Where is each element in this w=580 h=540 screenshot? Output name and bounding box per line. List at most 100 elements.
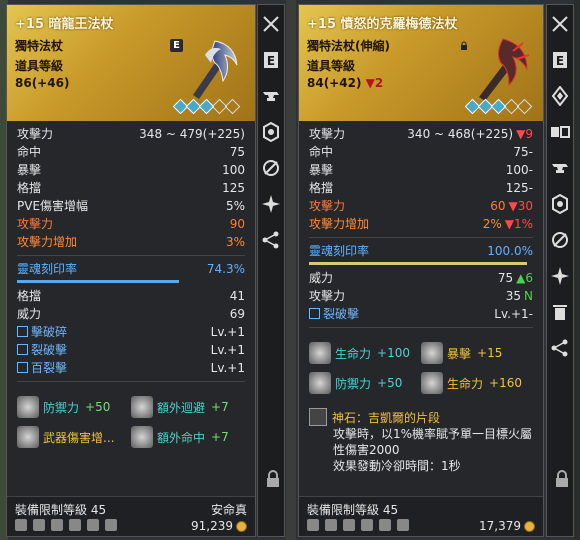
stat-row: 攻擊力 348 ~ 479(+225): [17, 127, 245, 141]
stat-row: 命中 75-: [309, 145, 533, 159]
background-strip-right: [574, 0, 580, 540]
bonus-stat: 防禦力 +50: [17, 396, 131, 418]
restriction-icons: [307, 519, 409, 531]
anvil-icon[interactable]: [549, 157, 571, 179]
item-title: +15 憤怒的克羅梅德法杖: [307, 17, 458, 32]
armor-bonus-icon: [421, 342, 443, 364]
share-icon[interactable]: [549, 337, 571, 359]
enchant-restriction-icon: [397, 519, 409, 531]
soul-imprint-row: 靈魂刻印率 74.3%: [17, 262, 245, 276]
stat-row: 命中 75: [17, 145, 245, 159]
bonus-stats-grid: 防禦力 +50 額外迴避 +7 武器傷害增... 額外命中 +7: [7, 386, 255, 458]
link-icon[interactable]: [260, 157, 282, 179]
bonus-stat: 防禦力 +50: [309, 372, 421, 394]
skin-restriction-icon: [87, 519, 99, 531]
armor-bonus-icon: [131, 396, 153, 418]
soul-imprint-row: 靈魂刻印率 100.0%: [309, 244, 533, 258]
manastone-slots: [172, 98, 241, 115]
tooltip-actions-left: E: [257, 4, 285, 537]
stat-row: 暴擊 100: [17, 163, 245, 177]
svg-text:E: E: [267, 54, 275, 68]
lock-icon[interactable]: [262, 468, 284, 490]
bonus-stat: 暴擊 +15: [421, 342, 533, 364]
background-strip-middle: [286, 0, 296, 540]
godstone-title: 神石：吉凱爾的片段: [309, 408, 533, 426]
equip-icon[interactable]: E: [549, 49, 571, 71]
soul-imprint-bar: [17, 280, 179, 283]
svg-text:E: E: [556, 54, 564, 68]
stat-row-bonus: 攻擊力 90: [17, 217, 245, 231]
anvil-icon[interactable]: [260, 85, 282, 107]
item-header: +15 暗龍王法杖 獨特法杖 道具等級 86(+46) E: [7, 5, 255, 121]
price: 91,239: [191, 519, 247, 533]
equip-icon[interactable]: E: [260, 49, 282, 71]
extract-restriction-icon: [51, 519, 63, 531]
restriction-icons: [15, 519, 117, 531]
compare-icon[interactable]: [549, 121, 571, 143]
extract-restriction-icon: [343, 519, 355, 531]
staff-weapon-icon: [479, 38, 530, 101]
stat-row-bonus: 攻擊力增加 2% ▼1%: [309, 217, 533, 231]
godstone-icon: [309, 408, 327, 426]
skill-row: 裂破擊 Lv.+1-: [309, 305, 533, 323]
stat-row: 格擋 125: [17, 181, 245, 195]
stats-list: 攻擊力 340 ~ 468(+225) ▼9 命中 75- 暴擊 100- 格擋 125-…: [299, 121, 543, 328]
skill-icon: [309, 308, 320, 319]
enchant-badge: E: [170, 39, 183, 52]
item-header: +15 憤怒的克羅梅德法杖 獨特法杖(伸縮) 道具等級 84(+42) ▼2: [299, 5, 543, 121]
close-icon[interactable]: [260, 13, 282, 35]
equip-level-limit: 裝備限制等級 45: [15, 503, 107, 517]
skill-icon: [17, 326, 28, 337]
skill-row: 裂破擊 Lv.+1: [17, 341, 245, 359]
bonus-stat: 額外命中 +7: [131, 426, 245, 448]
stats-list: 攻擊力 348 ~ 479(+225) 命中 75 暴擊 100 格擋 125 PVE傷…: [7, 121, 255, 382]
scroll-fade: [299, 472, 543, 496]
storage-restriction-icon: [325, 519, 337, 531]
sparkle-icon[interactable]: [260, 193, 282, 215]
dye-restriction-icon: [69, 519, 81, 531]
staff-weapon-icon: [193, 40, 238, 99]
skill-icon: [17, 362, 28, 373]
enchant-icon[interactable]: [260, 121, 282, 143]
socket-icon[interactable]: [549, 85, 571, 107]
skill-row: 擊破碎 Lv.+1: [17, 323, 245, 341]
soul-imprint-bar: [309, 262, 527, 265]
stat-row-bonus: 攻擊力增加 3%: [17, 235, 245, 249]
trade-restriction-icon: [307, 519, 319, 531]
skill-row: 百裂擊 Lv.+1: [17, 359, 245, 377]
tooltip-footer: 裝備限制等級 45 安命真 91,239: [7, 496, 255, 536]
stat-row-bonus: 攻擊力 60 ▼30: [309, 199, 533, 213]
divider: [309, 327, 533, 328]
armor-bonus-icon: [17, 396, 39, 418]
share-icon[interactable]: [260, 229, 282, 251]
seller-name: 安命真: [210, 503, 247, 517]
soul-stat-row: 格擋 41: [17, 289, 245, 303]
stat-row: 暴擊 100-: [309, 163, 533, 177]
tooltip-actions-right: E: [546, 4, 574, 537]
soul-stat-row: 威力 75 ▲6: [309, 271, 533, 285]
enchant-icon[interactable]: [549, 193, 571, 215]
stat-row: PVE傷害增幅 5%: [17, 199, 245, 213]
soul-stat-row: 攻擊力 35 N: [309, 289, 533, 303]
item-tooltip-right: +15 憤怒的克羅梅德法杖 獨特法杖(伸縮) 道具等級 84(+42) ▼2 攻…: [298, 4, 544, 537]
dye-restriction-icon: [361, 519, 373, 531]
manastone-slot-empty-icon: [516, 98, 533, 115]
trash-icon[interactable]: [549, 301, 571, 323]
godstone-description-line: 性傷害2000: [333, 443, 400, 457]
storage-restriction-icon: [33, 519, 45, 531]
lock-icon: [461, 41, 467, 50]
godstone-description-line: 攻擊時，以1%機率賦予單一目標火屬: [333, 427, 533, 441]
bonus-stat: 生命力 +100: [309, 342, 421, 364]
sparkle-icon[interactable]: [549, 265, 571, 287]
skin-restriction-icon: [379, 519, 391, 531]
price: 17,379: [479, 519, 535, 533]
link-icon[interactable]: [549, 229, 571, 251]
tooltip-footer: 裝備限制等級 45 17,379: [299, 496, 543, 536]
bonus-stats-grid: 生命力 +100 暴擊 +15 防禦力 +50 生命力 +160: [299, 332, 543, 404]
armor-bonus-icon: [309, 372, 331, 394]
close-icon[interactable]: [549, 13, 571, 35]
manastone-slot-empty-icon: [224, 98, 241, 115]
skill-icon: [17, 344, 28, 355]
lock-icon[interactable]: [551, 468, 573, 490]
stat-row: 攻擊力 340 ~ 468(+225) ▼9: [309, 127, 533, 141]
